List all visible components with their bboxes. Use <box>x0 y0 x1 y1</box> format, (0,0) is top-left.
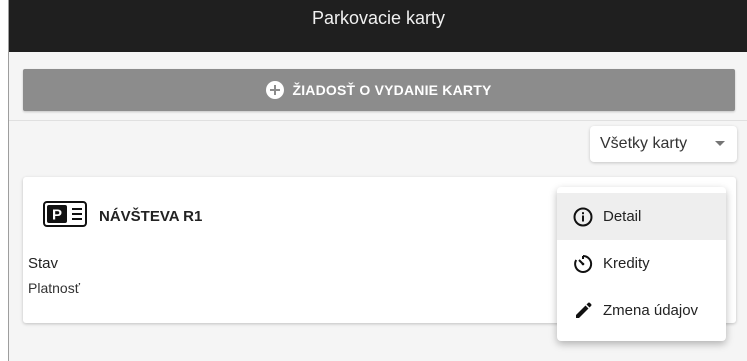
card-filter-select[interactable]: Všetky karty <box>590 126 737 162</box>
caret-down-icon <box>715 141 725 146</box>
menu-item-label: Zmena údajov <box>603 302 699 319</box>
request-card-button[interactable]: ŽIADOSŤ O VYDANIE KARTY <box>23 69 735 111</box>
divider <box>9 120 747 121</box>
top-app-bar: Parkovacie karty <box>9 0 747 52</box>
menu-item-zmena-udajov[interactable]: Zmena údajov <box>557 287 726 334</box>
card-actions-menu: Detail Kredity Zmena údajov <box>557 187 726 341</box>
info-icon <box>573 207 593 227</box>
menu-item-label: Detail <box>603 208 642 225</box>
svg-text:P: P <box>52 207 62 224</box>
validity-label: Platnosť <box>28 280 80 296</box>
menu-item-kredity[interactable]: Kredity <box>557 240 726 287</box>
request-card-button-label: ŽIADOSŤ O VYDANIE KARTY <box>292 82 492 98</box>
menu-item-label: Kredity <box>603 255 650 272</box>
card-filter-value: Všetky karty <box>600 135 688 152</box>
page-title: Parkovacie karty <box>311 8 446 28</box>
pencil-icon <box>573 301 593 321</box>
app-frame: Parkovacie karty ŽIADOSŤ O VYDANIE KARTY… <box>8 0 747 361</box>
status-label: Stav <box>28 255 59 272</box>
menu-item-detail[interactable]: Detail <box>557 193 726 240</box>
timer-icon <box>573 254 593 274</box>
plus-circle-icon <box>266 81 285 99</box>
parking-card-icon: P <box>43 201 87 227</box>
card-title: NÁVŠTEVA R1 <box>99 208 203 225</box>
